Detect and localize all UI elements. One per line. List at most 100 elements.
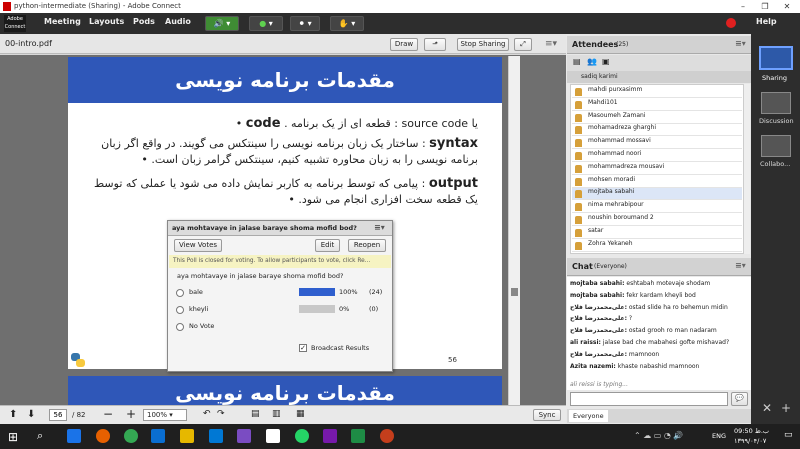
draw-button[interactable]: Draw (390, 38, 418, 51)
notion-icon[interactable] (266, 429, 280, 443)
chrome-icon[interactable] (124, 429, 138, 443)
camera-button[interactable]: ⚫ ▾ (290, 16, 320, 31)
pointer-button[interactable]: ⬏ (424, 38, 446, 51)
onenote-icon[interactable] (323, 429, 337, 443)
attendee-row[interactable]: mohammad mossavi (572, 137, 742, 150)
reopen-button[interactable]: Reopen (348, 239, 386, 252)
attendee-row[interactable]: Masoumeh Zamani (572, 112, 742, 124)
poll-option-radio[interactable] (176, 306, 184, 314)
firefox-icon[interactable] (96, 429, 110, 443)
send-message-icon[interactable]: 💬 (731, 392, 748, 406)
scrollbar-thumb[interactable] (511, 288, 518, 296)
tools-icon[interactable]: ✕ (762, 401, 772, 415)
view-votes-button[interactable]: View Votes (174, 239, 222, 252)
thumbnail-icon[interactable]: ▦ (296, 409, 305, 419)
layout-sharing-label[interactable]: Sharing (762, 74, 787, 82)
add-layout-icon[interactable]: + (781, 401, 791, 415)
edit-button[interactable]: Edit (315, 239, 340, 252)
pod-menu-icon[interactable]: ≡▾ (545, 39, 557, 49)
layout-sharing-thumbnail[interactable] (759, 46, 793, 70)
vscode-icon[interactable] (237, 429, 251, 443)
menu-audio[interactable]: Audio (165, 17, 191, 26)
menu-meeting[interactable]: Meeting (44, 17, 81, 26)
clock-time[interactable]: 09:50 ب.ظ (734, 427, 769, 435)
layout-discussion-thumbnail[interactable] (761, 92, 791, 114)
rotate-left-icon[interactable]: ↶ (203, 409, 211, 419)
participant-icon (575, 241, 582, 250)
attendee-name: satar (588, 226, 604, 234)
zoom-out-icon[interactable]: − (103, 407, 113, 421)
attendee-list-view-icon[interactable]: ▤ (573, 57, 581, 66)
attendee-row[interactable]: Zohra Yekaneh (572, 240, 742, 252)
record-icon[interactable] (726, 18, 736, 28)
close-icon[interactable]: ✕ (777, 0, 797, 13)
clock-date[interactable]: ۱۳۹۹/۰۴/۰۷ (734, 437, 766, 445)
layout-discussion-label[interactable]: Discussion (759, 117, 794, 125)
tab-everyone[interactable]: Everyone (569, 410, 608, 422)
document-scrollbar[interactable] (508, 56, 520, 405)
attendee-scrollbar[interactable] (744, 84, 750, 254)
search-icon[interactable]: ⌕ (37, 429, 43, 443)
language-indicator[interactable]: ENG (712, 432, 726, 440)
microphone-button[interactable]: ● ▾ (249, 16, 283, 31)
attendee-name: mohammad noori (588, 150, 642, 157)
attendee-row[interactable]: mohamadreza gharghi (572, 124, 742, 137)
chat-message: ali raissi: jalase bad che mabahesi goft… (570, 339, 748, 346)
rotate-right-icon[interactable]: ↷ (217, 409, 225, 419)
mail-icon[interactable] (209, 429, 223, 443)
whatsapp-icon[interactable] (295, 429, 309, 443)
layout-collaboration-label[interactable]: Collabo... (760, 160, 790, 168)
poll-option-radio[interactable] (176, 289, 184, 297)
zoom-in-icon[interactable]: + (126, 407, 136, 421)
speaker-button[interactable]: 🔊 ▾ (205, 16, 239, 31)
ie-icon[interactable] (151, 429, 165, 443)
excel-icon[interactable] (351, 429, 365, 443)
attendees-menu-icon[interactable]: ≡▾ (735, 39, 746, 48)
status-button[interactable]: ✋ ▾ (330, 16, 364, 31)
edge-icon[interactable] (67, 429, 81, 443)
fit-width-icon[interactable]: ▥ (272, 409, 281, 419)
adobe-connect-taskbar-icon[interactable] (380, 429, 394, 443)
chat-input[interactable] (570, 392, 728, 406)
attendee-status-icon[interactable]: ▣ (602, 57, 610, 66)
poll-option-radio[interactable] (176, 323, 184, 331)
attendee-row[interactable]: mohammad noori (572, 150, 742, 162)
chat-menu-icon[interactable]: ≡▾ (735, 261, 746, 270)
prev-page-icon[interactable]: ⬆ (9, 409, 17, 420)
system-tray-icons[interactable]: ⌃ ☁ ▭ ◔ 🔊 (634, 431, 683, 440)
poll-result-bar (299, 288, 335, 296)
attendee-row[interactable]: mohsen moradi (572, 176, 742, 188)
attendee-row[interactable]: mohammadreza mousavi (572, 163, 742, 175)
fit-page-icon[interactable]: ▤ (251, 409, 260, 419)
attendee-row[interactable]: noushin boroumand 2 (572, 214, 742, 226)
host-row[interactable]: sadiq karimi (567, 71, 751, 83)
next-page-icon[interactable]: ⬇ (27, 409, 35, 420)
broadcast-checkbox[interactable]: ✓ (299, 344, 307, 352)
participant-icon (575, 126, 582, 135)
notifications-icon[interactable]: ▭ (784, 430, 793, 440)
chat-text: fekr kardam kheyli bod (626, 291, 696, 299)
slide-title: مقدمات برنامه نویسی (68, 57, 502, 103)
maximize-icon[interactable]: ❐ (755, 0, 775, 13)
zoom-select[interactable]: 100% ▾ (143, 409, 187, 421)
attendee-row[interactable]: mojtaba sabahi (572, 188, 742, 201)
sync-button[interactable]: Sync (533, 409, 561, 421)
attendee-row[interactable]: mahdi purxasimm (572, 86, 742, 98)
layout-collaboration-thumbnail[interactable] (761, 135, 791, 157)
windows-start-icon[interactable]: ⊞ (8, 430, 18, 444)
file-explorer-icon[interactable] (180, 429, 194, 443)
poll-menu-icon[interactable]: ≡▾ (374, 223, 385, 232)
menu-help[interactable]: Help (756, 17, 777, 26)
file-name: 00-intro.pdf (5, 39, 52, 48)
fullscreen-icon[interactable]: ⤢ (514, 38, 532, 51)
minimize-icon[interactable]: – (733, 0, 753, 13)
stop-sharing-button[interactable]: Stop Sharing (457, 38, 509, 51)
slide-bullet: یا source code : قطعه ای از یک برنامه . … (235, 116, 478, 131)
page-input[interactable] (49, 409, 67, 421)
attendee-row[interactable]: nima mehrabipour (572, 201, 742, 214)
menu-layouts[interactable]: Layouts (89, 17, 124, 26)
attendee-role-icon[interactable]: 👥 (587, 57, 597, 66)
attendee-row[interactable]: Mahdi101 (572, 99, 742, 111)
attendee-row[interactable]: satar (572, 227, 742, 239)
menu-pods[interactable]: Pods (133, 17, 155, 26)
